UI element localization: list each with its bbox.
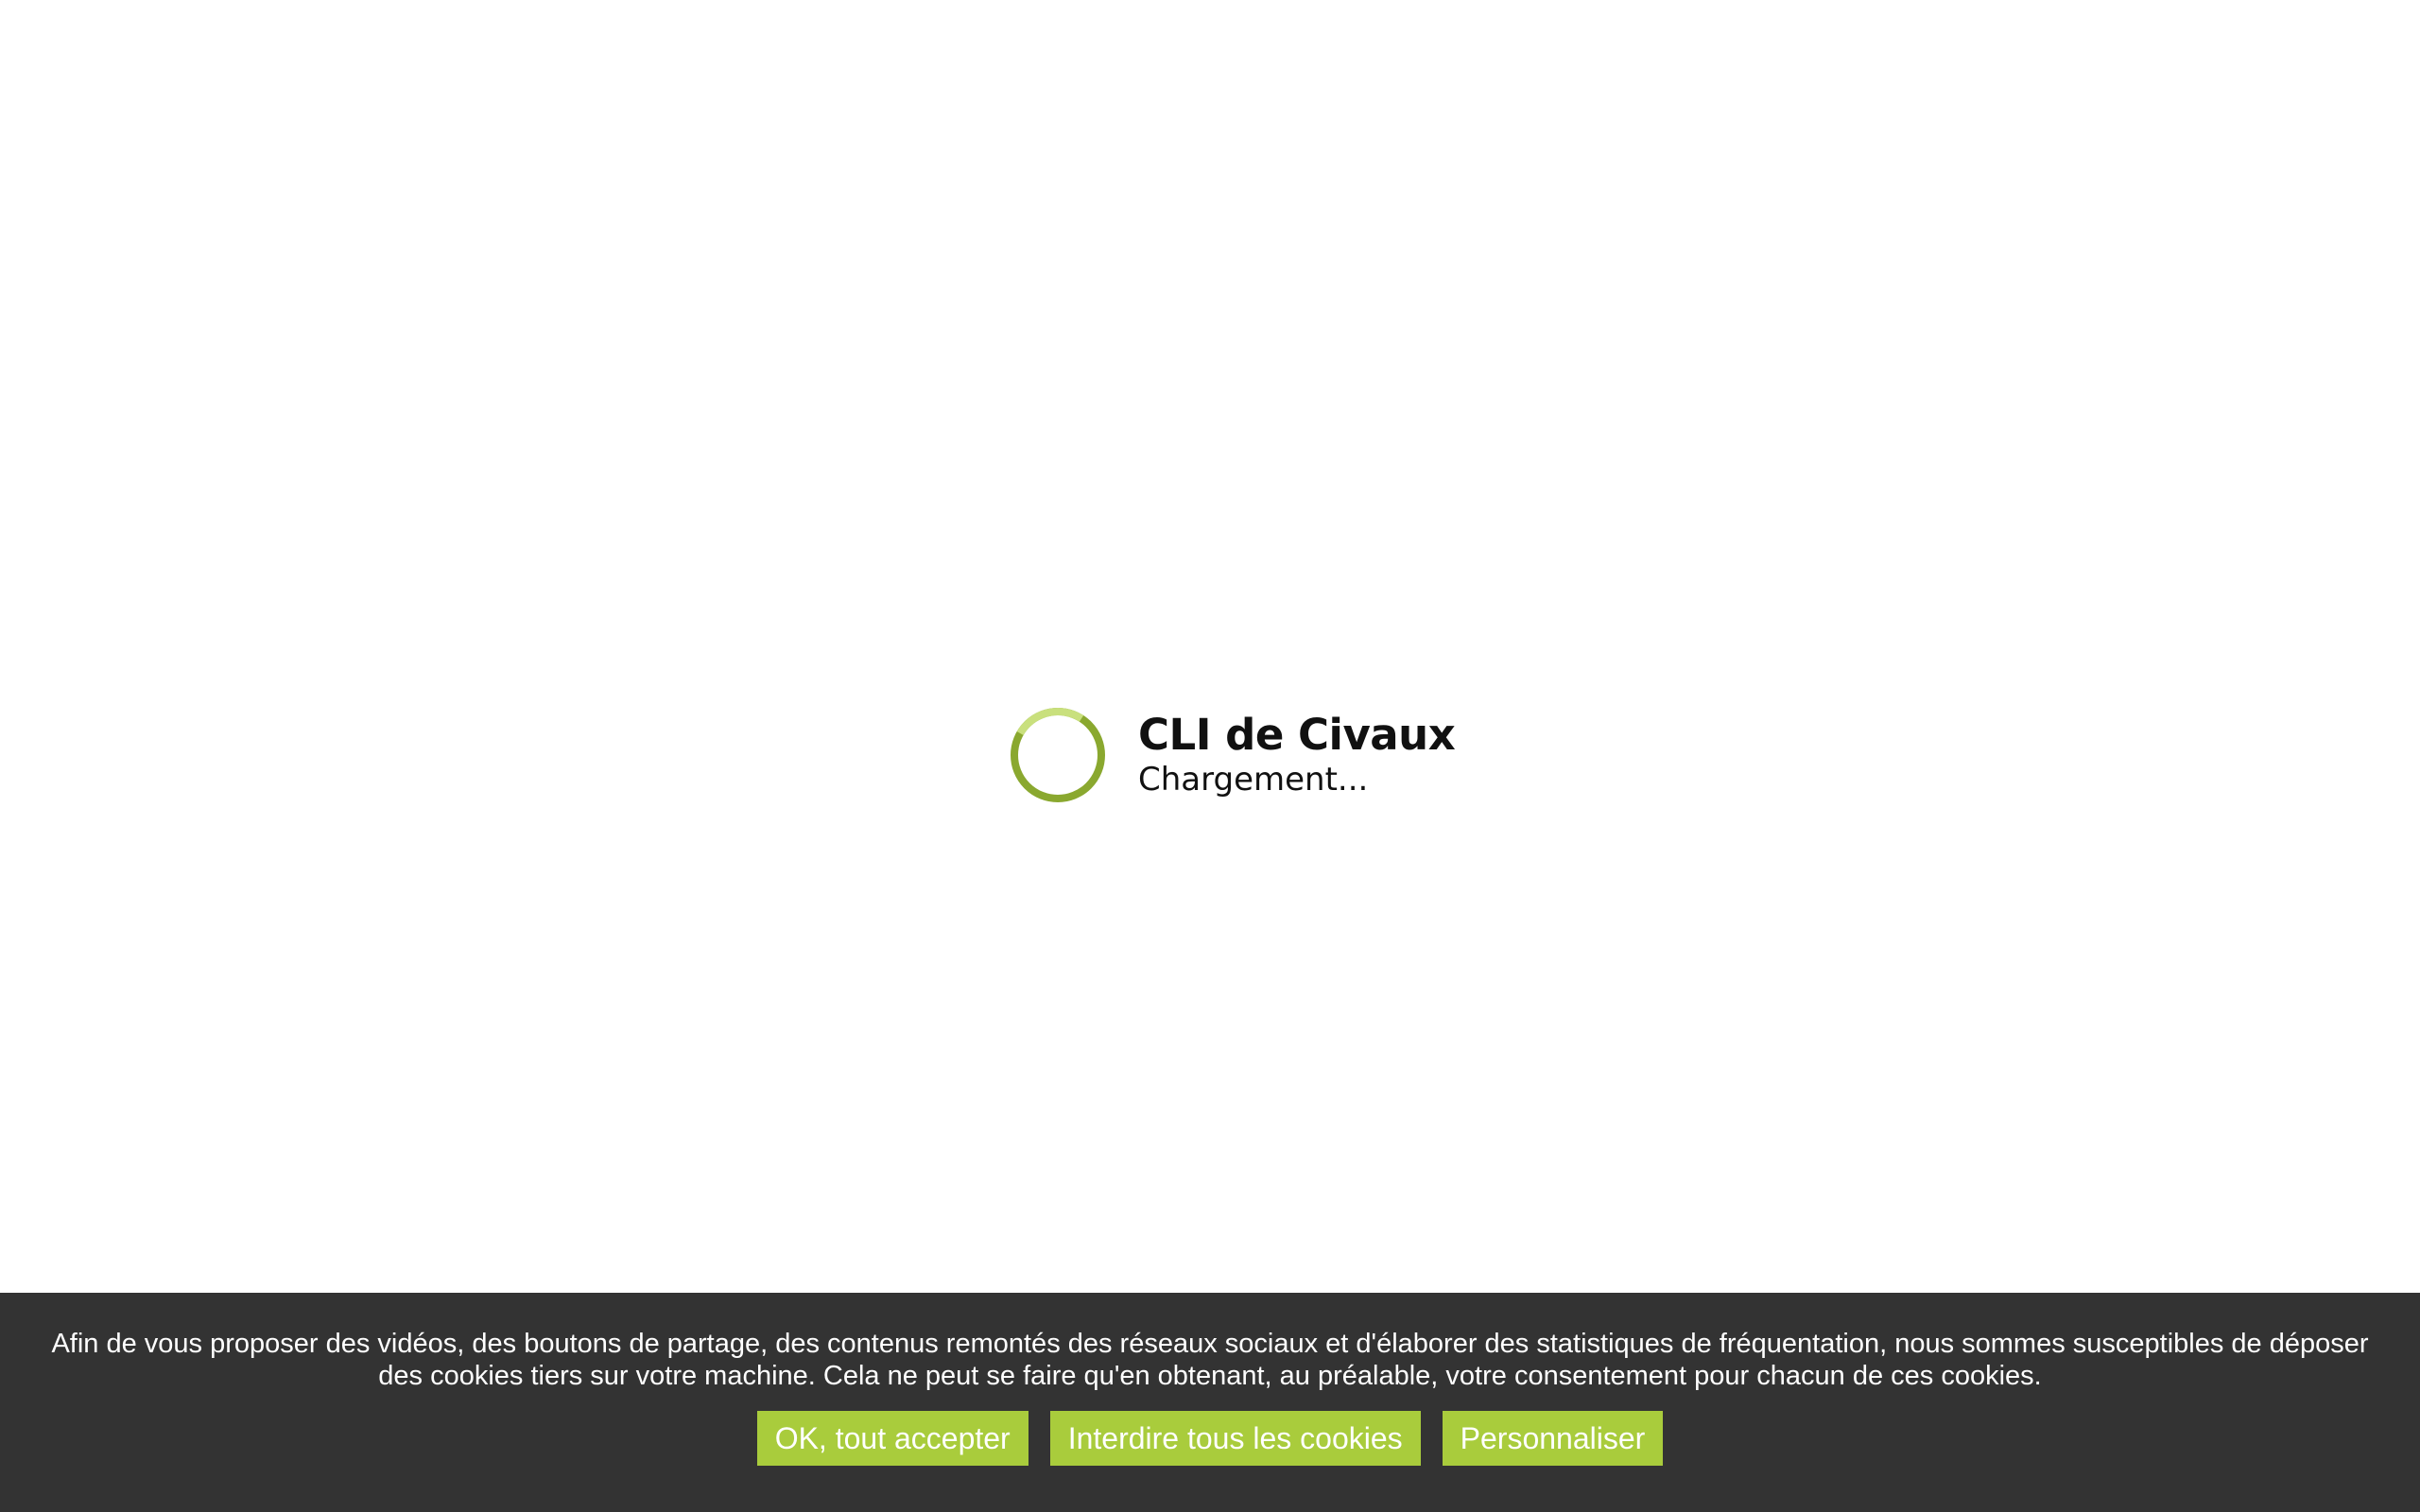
site-title: CLI de Civaux [1138,710,1456,760]
deny-all-cookies-button[interactable]: Interdire tous les cookies [1049,1411,1421,1466]
cookie-buttons: OK, tout accepter Interdire tous les coo… [0,1411,2420,1466]
cookie-consent-text: Afin de vous proposer des vidéos, des bo… [51,1329,2369,1391]
loader-text: CLI de Civaux Chargement... [1138,710,1456,799]
loading-spinner-icon [1011,708,1105,802]
loading-label: Chargement... [1138,761,1369,799]
loading-indicator: CLI de Civaux Chargement... [1010,707,1456,803]
cookie-banner: Afin de vous proposer des vidéos, des bo… [0,1293,2420,1512]
customize-cookies-button[interactable]: Personnaliser [1442,1411,1664,1466]
accept-all-cookies-button[interactable]: OK, tout accepter [756,1411,1028,1466]
